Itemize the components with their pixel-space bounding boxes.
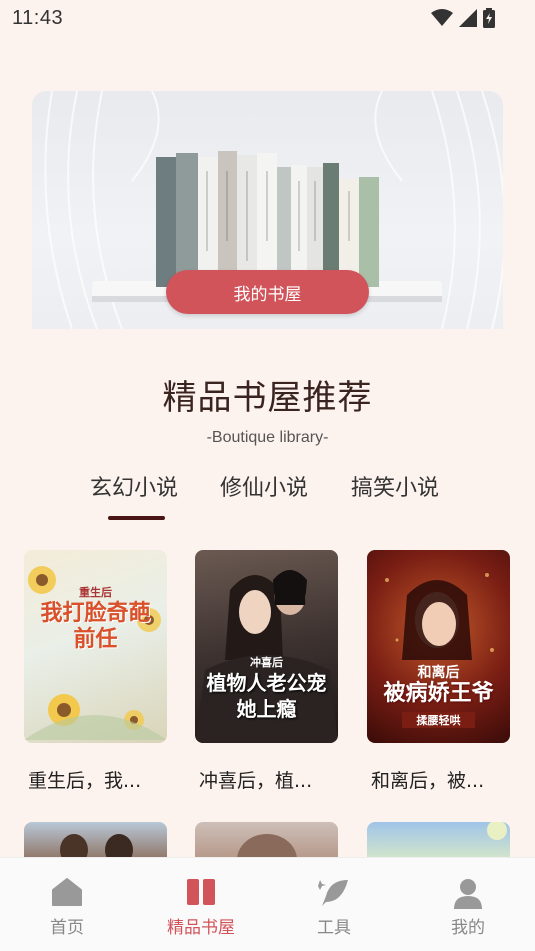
book-cover[interactable]: 和离后 被病娇王爷 揉腰轻哄 [367, 550, 510, 743]
cover-sub-text: 揉腰轻哄 [402, 712, 475, 728]
book-card[interactable]: 和离后 被病娇王爷 揉腰轻哄 [367, 550, 510, 743]
section-title: 精品书屋推荐 [162, 378, 373, 418]
status-icons [431, 8, 495, 28]
book-title[interactable]: 重生后，我... [28, 766, 141, 793]
cover-small-text: 和离后 [417, 665, 460, 681]
status-time: 11:43 [12, 7, 64, 29]
battery-icon [483, 8, 495, 28]
category-tabs: 玄幻小说 修仙小说 搞笑小说 [0, 466, 535, 526]
nav-mine[interactable]: 我的 [401, 858, 535, 951]
book-title[interactable]: 和离后，被... [371, 766, 484, 793]
bottom-navigation: 首页 精品书屋 工具 我的 [0, 857, 535, 951]
book-cover[interactable] [367, 822, 510, 862]
book-cover[interactable]: 冲喜后 植物人老公宠她上瘾 [195, 550, 338, 743]
nav-mine-label: 我的 [451, 918, 485, 938]
section-subtitle: -Boutique library- [206, 429, 329, 446]
status-bar: 11:43 [0, 0, 535, 36]
book-cover[interactable] [24, 822, 167, 862]
user-icon [454, 879, 482, 909]
girl-art [237, 834, 297, 862]
sky-art [487, 822, 507, 840]
wifi-icon [431, 9, 453, 26]
book-icon [187, 879, 215, 905]
tab-xuanhuan[interactable]: 玄幻小说 [90, 470, 178, 502]
nav-tools[interactable]: 工具 [267, 858, 401, 951]
boys-art [60, 834, 133, 862]
nav-home[interactable]: 首页 [0, 858, 134, 951]
tab-xiuxian[interactable]: 修仙小说 [220, 470, 308, 502]
nav-tools-label: 工具 [317, 918, 351, 938]
cover-main-text: 被病娇王爷 [383, 680, 494, 706]
bookshelf-banner[interactable]: 我的书屋 [32, 91, 503, 329]
nav-home-label: 首页 [50, 918, 84, 938]
nav-bookhouse[interactable]: 精品书屋 [134, 858, 268, 951]
tab-gaoxiao[interactable]: 搞笑小说 [351, 470, 439, 502]
home-icon [52, 878, 82, 906]
active-tab-indicator [108, 516, 165, 520]
book-card[interactable]: 冲喜后 植物人老公宠她上瘾 [195, 550, 338, 743]
cover-small-text: 冲喜后 [250, 656, 283, 669]
book-cover[interactable] [195, 822, 338, 862]
cover-small-text: 重生后 [79, 586, 112, 599]
book-cover[interactable]: 重生后 我打脸奇葩前任 [24, 550, 167, 743]
signal-icon [459, 9, 477, 27]
nav-bookhouse-label: 精品书屋 [167, 918, 235, 938]
my-bookhouse-button[interactable]: 我的书屋 [166, 270, 369, 314]
feather-icon [318, 880, 348, 906]
cover-main-text: 我打脸奇葩前任 [40, 600, 151, 652]
book-card[interactable]: 重生后 我打脸奇葩前任 [24, 550, 167, 743]
cover-main-text: 植物人老公宠她上瘾 [206, 671, 327, 721]
book-title[interactable]: 冲喜后，植... [199, 766, 312, 793]
